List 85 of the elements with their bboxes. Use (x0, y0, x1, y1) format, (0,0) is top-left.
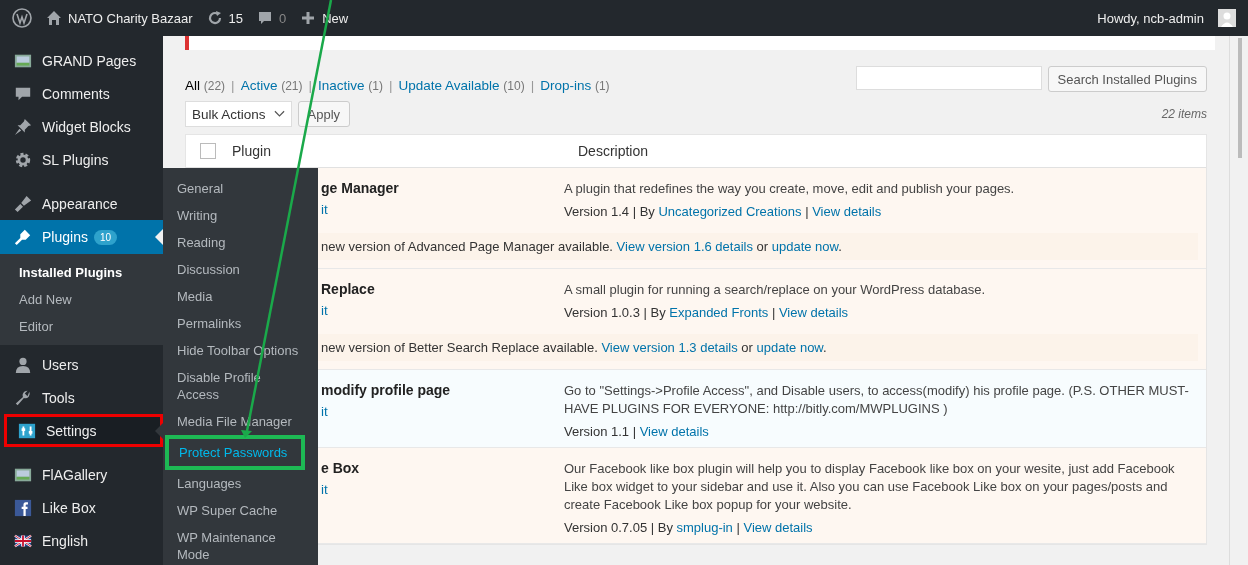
column-header: Plugin (232, 143, 271, 159)
comments-count[interactable]: 0 (279, 10, 287, 26)
facebook-icon (14, 498, 32, 517)
meta-link[interactable]: smplug-in (676, 520, 733, 535)
filter-link[interactable]: Drop-ins (1) (540, 77, 610, 93)
avatar-icon[interactable] (1218, 9, 1236, 27)
separator: | (231, 77, 235, 93)
wrench-icon (14, 388, 32, 407)
sidebar-item[interactable]: Appearance (0, 187, 163, 220)
separator: | (388, 77, 393, 93)
flyout-menu-item[interactable]: Permalinks (163, 310, 302, 337)
flyout-menu-item[interactable]: WP Maintenance Mode (163, 524, 302, 565)
search-field[interactable] (855, 66, 1042, 90)
sidebar-item[interactable]: Users (0, 348, 163, 381)
flyout-menu-item[interactable]: WP Super Cache (163, 497, 302, 524)
flyout-menu-item[interactable]: Protect Passwords (165, 435, 305, 470)
edit-link[interactable]: it (321, 404, 328, 419)
update-link[interactable]: View version 1.6 details (616, 239, 753, 254)
submenu-item[interactable]: Editor (0, 313, 163, 340)
flyout-menu-item[interactable]: Media (163, 283, 302, 310)
sidebar-item[interactable]: Tools (0, 381, 163, 414)
apply-button[interactable]: Apply (297, 101, 351, 127)
sidebar-item[interactable]: Plugins 10 (0, 220, 163, 254)
edit-link[interactable]: it (321, 303, 328, 318)
submenu-item[interactable]: Add New (0, 286, 163, 313)
plugin-description: Go to "Settings->Profile Access", and Disable users, to access(modify) his profile page. (P.S. OTHER MUST-HAVE PLUGINS FOR EVERYONE: http://bitly.com/MWPLUGINS ) (564, 382, 1190, 418)
pin-icon (14, 117, 32, 136)
plugin-description: Our Facebook like box plugin will help you to display Facebook like box on your wesite, just add Facebook Like box widget to your sidebar and use it. Also you can use Facebook Like box on your pages/posts and create Facebook Like box popup for your website. (564, 460, 1176, 514)
checkbox[interactable] (200, 143, 216, 159)
plugin-description: A small plugin for running a search/replace on your WordPress database. (564, 281, 987, 299)
submenu-item[interactable]: Installed Plugins (0, 259, 163, 286)
filter-link[interactable]: Active (21) (240, 77, 303, 93)
plugin-name: modify profile page (321, 382, 451, 398)
flyout-menu-item[interactable]: General (163, 175, 302, 202)
filter-link[interactable]: Update Available (10) (398, 77, 525, 93)
item-count: 22 items (1161, 107, 1207, 121)
plugin-name: Replace (321, 281, 375, 297)
edit-link[interactable]: it (321, 202, 328, 217)
meta-link[interactable]: Expanded Fronts (669, 305, 769, 320)
greeting[interactable]: Howdy, ncb-admin (1097, 10, 1204, 26)
sliders-icon (18, 421, 36, 440)
sidebar-item[interactable]: Settings (4, 414, 163, 447)
search-button[interactable]: Search Installed Plugins (1047, 66, 1207, 92)
sidebar-item[interactable]: Comments (0, 77, 163, 110)
plugin-meta: Version 1.1 | View details (564, 424, 710, 439)
site-name-link[interactable]: NATO Charity Bazaar (68, 10, 193, 26)
plus-icon (300, 10, 317, 26)
sidebar-item[interactable]: Like Box (0, 491, 163, 524)
flyout-menu-item[interactable]: Languages (163, 470, 302, 497)
filter-link[interactable]: All (22) (185, 77, 226, 93)
plugin-name: ge Manager (321, 180, 399, 196)
sidebar-item[interactable]: GRAND Pages (0, 44, 163, 77)
wordpress-logo-icon[interactable] (12, 8, 32, 28)
plugin-description: A plugin that redefines the way you create, move, edit and publish your pages. (564, 180, 1016, 198)
gear-icon (14, 150, 32, 169)
updates-count[interactable]: 15 (228, 10, 243, 26)
sidebar-item[interactable]: English (0, 524, 163, 557)
update-count-badge: 10 (93, 229, 118, 245)
plugin-meta: Version 1.4 | By Uncategorized Creations | View details (564, 204, 883, 219)
plugin-meta: Version 0.7.05 | By smplug-in | View details (564, 520, 814, 535)
comment-icon (257, 10, 273, 26)
sidebar-item[interactable]: Widget Blocks (0, 110, 163, 143)
meta-link[interactable]: View details (639, 424, 709, 439)
user-icon (14, 355, 32, 374)
brush-icon (14, 194, 32, 213)
separator: | (308, 77, 312, 93)
update-link[interactable]: View version 1.3 details (601, 340, 738, 355)
bulk-actions-dropdown[interactable]: Bulk Actions (185, 101, 292, 127)
meta-link[interactable]: View details (778, 305, 849, 320)
edit-link[interactable]: it (321, 482, 328, 497)
filter-link[interactable]: Inactive (1) (318, 77, 383, 93)
sidebar-item[interactable]: FlAGallery (0, 458, 163, 491)
plugin-meta: Version 1.0.3 | By Expanded Fronts | View details (564, 305, 850, 320)
refresh-icon (206, 10, 223, 26)
caret-icon (273, 110, 285, 118)
column-header: Description (578, 143, 649, 159)
sidebar-item[interactable]: SL Plugins (0, 143, 163, 176)
home-icon (46, 10, 62, 26)
separator: | (530, 77, 535, 93)
plugin-name: e Box (321, 460, 360, 476)
flyout-menu-item[interactable]: Writing (163, 202, 302, 229)
plug-icon (14, 228, 32, 246)
meta-link[interactable]: Uncategorized Creations (658, 204, 802, 219)
meta-link[interactable]: View details (743, 520, 813, 535)
meta-link[interactable]: View details (812, 204, 882, 219)
